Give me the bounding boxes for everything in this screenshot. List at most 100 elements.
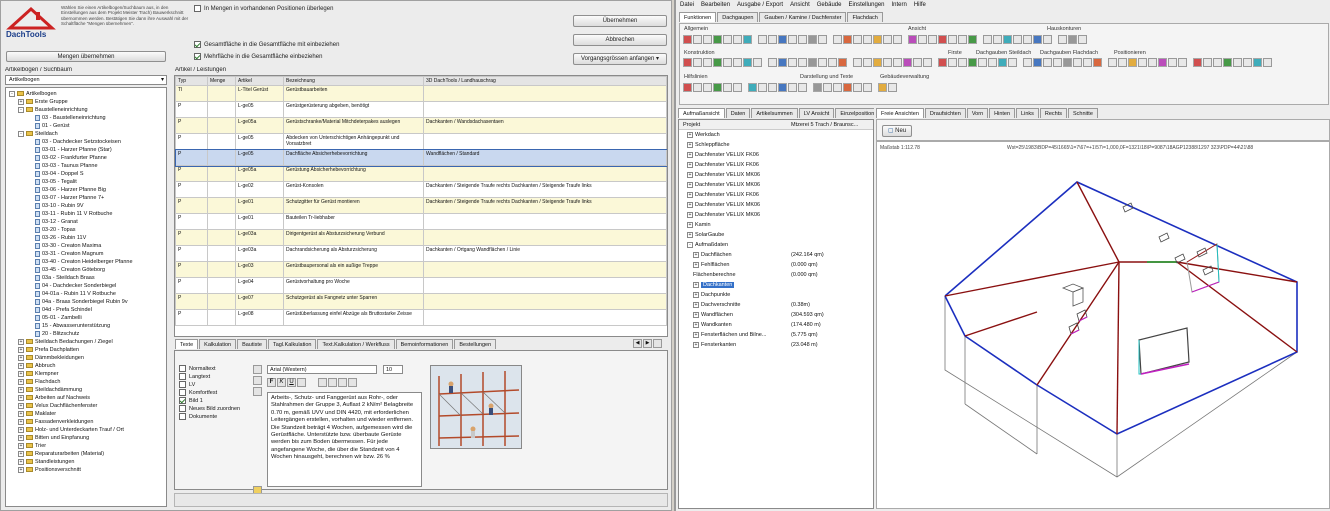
toolbar-tool-icon[interactable] [863,58,872,67]
expand-icon[interactable]: + [18,418,24,425]
toolbar-tool-icon[interactable] [1013,35,1022,44]
color-icon[interactable] [297,378,306,387]
table-row[interactable]: P L-ge05a Gerüstschranke/Material Mitchdet… [175,117,667,134]
view-tab[interactable]: Rechts [1039,108,1068,118]
toolbar-tool-icon[interactable] [1243,58,1252,67]
toolbar-tool-icon[interactable] [1033,35,1042,44]
toolbar-tool-icon[interactable] [713,83,722,92]
expand-icon[interactable]: + [18,466,24,473]
toolbar-tool-icon[interactable] [798,58,807,67]
toolbar-tool-icon[interactable] [1063,58,1072,67]
tab-menu-icon[interactable] [653,339,662,348]
property-item[interactable]: + Kamin [679,220,873,230]
toolbar-tool-icon[interactable] [908,35,917,44]
expand-icon[interactable]: + [693,291,699,298]
expand-icon[interactable]: + [18,98,24,105]
table-row[interactable]: P L-ge05 Dachfläche Absicherhebevorrichtun… [175,148,667,167]
table-row[interactable]: P L-ge07 Schutzgerüst als Fangnetz unter S… [175,293,667,310]
toolbar-tool-icon[interactable] [1073,58,1082,67]
view-tab[interactable]: Links [1016,108,1039,118]
toolbar-tool-icon[interactable] [1138,58,1147,67]
expand-icon[interactable]: + [687,191,693,198]
expand-icon[interactable]: + [693,321,699,328]
view-tab[interactable]: Hinten [989,108,1016,118]
table-row[interactable]: P L-ge01 Bauteilen Tr-liebhaber [175,213,667,230]
tree-item[interactable]: - Steildach [9,130,166,138]
tree-item[interactable]: + Dämmbekleidungen [9,354,166,362]
tree-item[interactable]: 04 - Dachdecker Sonderbiegel [9,282,166,290]
toolbar-tool-icon[interactable] [928,35,937,44]
toolbar-tool-icon[interactable] [853,83,862,92]
expand-icon[interactable]: + [18,378,24,385]
toolbar-tool-icon[interactable] [998,58,1007,67]
toolbar-tool-icon[interactable] [1043,35,1052,44]
expand-icon[interactable]: + [18,410,24,417]
toolbar-tool-icon[interactable] [1068,35,1077,44]
text-type-checkbox[interactable] [179,397,186,405]
expand-icon[interactable]: + [18,386,24,393]
copy-icon[interactable] [253,376,262,385]
tab-lower[interactable]: Text.Kalkulation / Werkfluss [317,339,395,349]
toolbar-tool-icon[interactable] [723,35,732,44]
text-type-item[interactable]: Dokumente [179,413,249,421]
left-panel-tab[interactable]: Aufmaßansicht [678,108,725,118]
font-select[interactable]: Arial (Western) [267,365,377,374]
toolbar-tool-icon[interactable] [983,35,992,44]
property-item[interactable]: + Dachfenster VELUX FK06 [679,160,873,170]
expand-icon[interactable]: + [693,251,699,258]
option-total-checkbox[interactable] [194,41,201,48]
tab-lower[interactable]: Bautiste [237,339,267,349]
font-size-select[interactable]: 10 [383,365,403,374]
toolbar-tool-icon[interactable] [843,83,852,92]
text-type-item[interactable]: Bild 1 [179,397,249,405]
column-header[interactable]: Bezeichnung [283,76,424,86]
toolbar-tool-icon[interactable] [818,58,827,67]
menu-item[interactable]: Intern [892,2,907,8]
property-item[interactable]: + Dachflächen (242.164 qm) [679,250,873,260]
toolbar-tool-icon[interactable] [988,58,997,67]
tree-item[interactable]: 03a - Steildach Braas [9,274,166,282]
toolbar-tool-icon[interactable] [968,58,977,67]
tree-item[interactable]: 03-11 - Rubin 11 V Rotbuche [9,210,166,218]
toolbar-tool-icon[interactable] [768,35,777,44]
tree-item[interactable]: 03-12 - Granat [9,218,166,226]
table-row[interactable]: TI L-Titel Gerüst Gerüstbauarbeiten [175,85,667,102]
toolbar-tool-icon[interactable] [788,35,797,44]
tree-item[interactable]: 20 - Blitzschutz [9,330,166,338]
tab-lower[interactable]: Bestellungen [454,339,497,349]
text-type-checkbox[interactable] [179,389,186,397]
toolbar-tool-icon[interactable] [1008,58,1017,67]
expand-icon[interactable]: + [18,346,24,353]
tab-lower[interactable]: Tagl.Kalkulation [267,339,317,349]
expand-icon[interactable]: + [18,370,24,377]
ribbon-tab[interactable]: Gauben / Kamine / Dachfenster [759,12,847,22]
table-row[interactable]: P L-ge05a Gerüstung Absicherhebevorrichtun… [175,165,667,182]
property-item[interactable]: + Dachfenster VELUX MK06 [679,200,873,210]
save-icon[interactable] [253,365,262,374]
toolbar-tool-icon[interactable] [1118,58,1127,67]
expand-icon[interactable]: + [18,362,24,369]
text-type-checkbox[interactable] [179,405,186,413]
expand-icon[interactable]: + [18,402,24,409]
expand-icon[interactable]: - [687,241,693,248]
tree-item[interactable]: 03-20 - Topas [9,226,166,234]
toolbar-tool-icon[interactable] [913,58,922,67]
tree-item[interactable]: 04d - Prefa Schindel [9,306,166,314]
expand-icon[interactable]: - [18,106,24,113]
toolbar-tool-icon[interactable] [703,58,712,67]
toolbar-tool-icon[interactable] [1058,35,1067,44]
align-right-icon[interactable] [338,378,348,387]
tree-item[interactable]: 15 - Abwasserunterstützung [9,322,166,330]
tab-lower[interactable]: Texte [175,339,199,349]
toolbar-tool-icon[interactable] [733,58,742,67]
property-item[interactable]: + Dachverschnitte (0.38m) [679,300,873,310]
tree-item[interactable]: 03 - Dachdecker Setzstockeisen [9,138,166,146]
toolbar-tool-icon[interactable] [1203,58,1212,67]
toolbar-tool-icon[interactable] [808,58,817,67]
toolbar-tool-icon[interactable] [1023,35,1032,44]
toolbar-tool-icon[interactable] [1253,58,1262,67]
property-item[interactable]: Flächenberechne (0.000 qm) [679,270,873,280]
tree-item[interactable]: + Standleistungen [9,458,166,466]
extra-dropdown-button[interactable]: Vorgangsgrössen anfangen ▾ [573,53,667,65]
toolbar-tool-icon[interactable] [1033,58,1042,67]
